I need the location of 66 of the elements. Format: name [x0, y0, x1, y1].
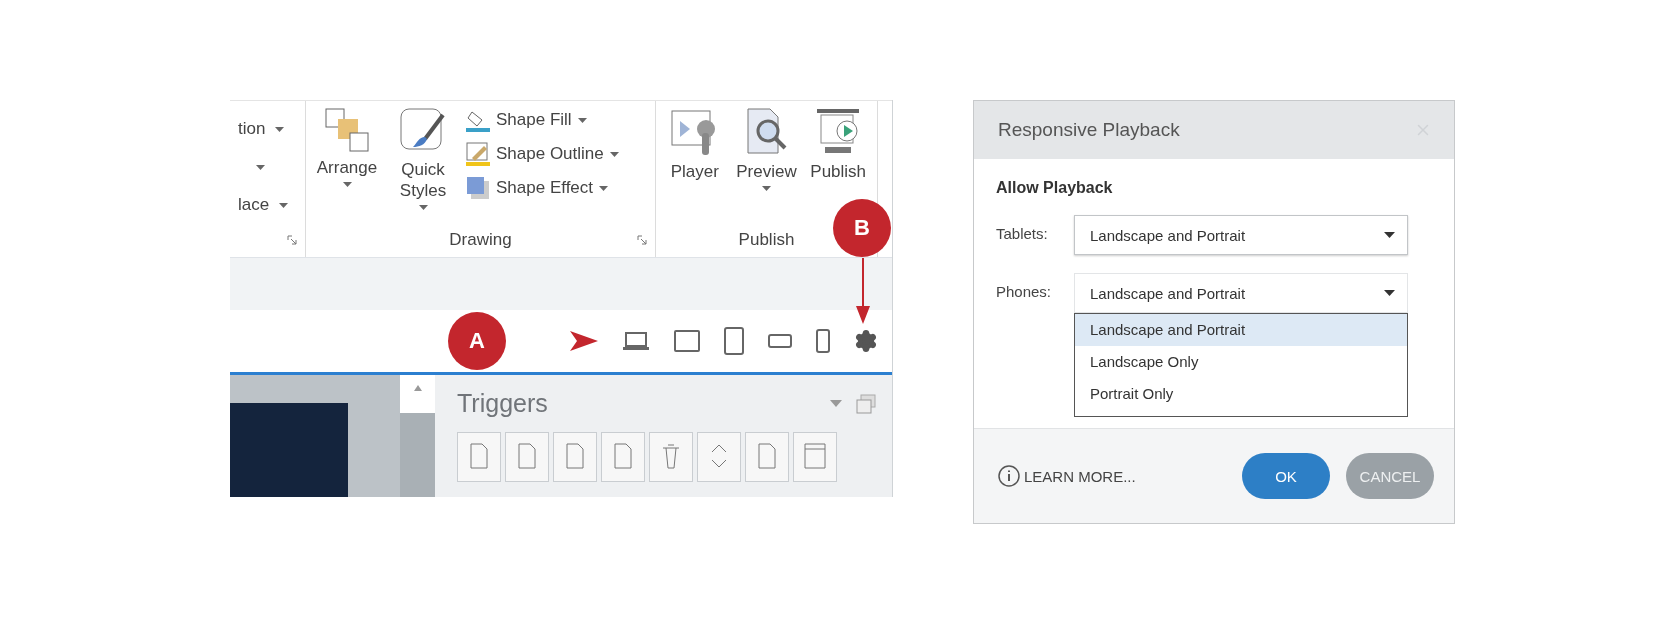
ok-button[interactable]: OK: [1242, 453, 1330, 499]
caret-icon: [762, 186, 771, 191]
caret-icon: [279, 202, 289, 208]
button-label: Quick Styles: [398, 159, 448, 201]
ribbon-label[interactable]: Shape Effect: [496, 178, 594, 198]
toolbar-button[interactable]: [697, 432, 741, 482]
pointer-arrow: [856, 258, 870, 324]
dropdown-option[interactable]: Landscape and Portrait: [1075, 314, 1407, 346]
pencil-icon: [466, 142, 490, 166]
caret-icon[interactable]: [830, 400, 842, 407]
caret-icon: [342, 182, 352, 187]
toolbar-button[interactable]: [457, 432, 501, 482]
windows-icon[interactable]: [856, 393, 876, 414]
toolbar-button[interactable]: [649, 432, 693, 482]
button-label: Player: [670, 161, 719, 182]
ribbon-button[interactable]: Arrange: [314, 107, 380, 187]
button-label: Preview: [736, 161, 797, 182]
toolbar-button[interactable]: [793, 432, 837, 482]
dropdown-field[interactable]: Landscape and Portrait: [1074, 215, 1408, 255]
dialog-launcher-icon[interactable]: [637, 235, 647, 245]
button-label: Arrange: [316, 157, 378, 178]
toolbar-button[interactable]: [505, 432, 549, 482]
group-title: Publish: [738, 230, 795, 250]
phone-landscape-icon[interactable]: [768, 334, 792, 348]
toolbar-button[interactable]: [745, 432, 789, 482]
callout-badge: A: [448, 312, 506, 370]
toolbar-button[interactable]: [601, 432, 645, 482]
caret-icon: [256, 164, 265, 170]
learn-more-link[interactable]: LEARN MORE...: [998, 465, 1226, 487]
dialog-title: Responsive Playback: [998, 119, 1180, 141]
ribbon-button[interactable]: Player: [664, 107, 726, 182]
button-label: Publish: [810, 161, 867, 182]
section-title: Allow Playback: [996, 179, 1114, 197]
settings-icon[interactable]: [854, 329, 878, 353]
laptop-icon[interactable]: [622, 331, 650, 351]
ribbon-label[interactable]: Shape Fill: [496, 110, 572, 130]
caret-icon: [599, 185, 609, 191]
ribbon-label[interactable]: Shape Outline: [496, 144, 604, 164]
group-title: Drawing: [449, 230, 512, 250]
info-icon: [998, 465, 1020, 487]
phone-icon[interactable]: [816, 329, 830, 353]
caret-icon: [609, 151, 619, 157]
caret-icon: [418, 205, 428, 210]
monitor-icon[interactable]: [674, 330, 700, 352]
panel-title: Triggers: [457, 389, 549, 418]
shadow-square-icon: [466, 176, 490, 200]
ribbon-button[interactable]: Publish: [807, 107, 869, 182]
dropdown-field[interactable]: Landscape and Portrait: [1074, 273, 1408, 313]
field-label: Tablets:: [996, 224, 1049, 244]
trash-icon: [660, 443, 682, 469]
pointer-arrow: [570, 331, 598, 351]
caret-icon: [1384, 232, 1395, 238]
arrange-icon: [324, 107, 370, 153]
dialog-launcher-icon[interactable]: [287, 235, 297, 245]
ribbon-button[interactable]: Quick Styles: [390, 107, 456, 210]
caret-icon: [275, 126, 285, 132]
ribbon-button[interactable]: Preview: [735, 107, 798, 191]
toolbar-button[interactable]: [553, 432, 597, 482]
document-icon: [468, 443, 490, 469]
ribbon-label[interactable]: lace: [238, 195, 270, 215]
field-label: Phones:: [996, 282, 1053, 302]
scroll-up-icon[interactable]: [413, 385, 422, 391]
caret-icon: [1384, 290, 1395, 296]
tablet-icon[interactable]: [724, 327, 744, 355]
ribbon-label[interactable]: tion: [238, 119, 266, 139]
caret-icon: [577, 117, 587, 123]
